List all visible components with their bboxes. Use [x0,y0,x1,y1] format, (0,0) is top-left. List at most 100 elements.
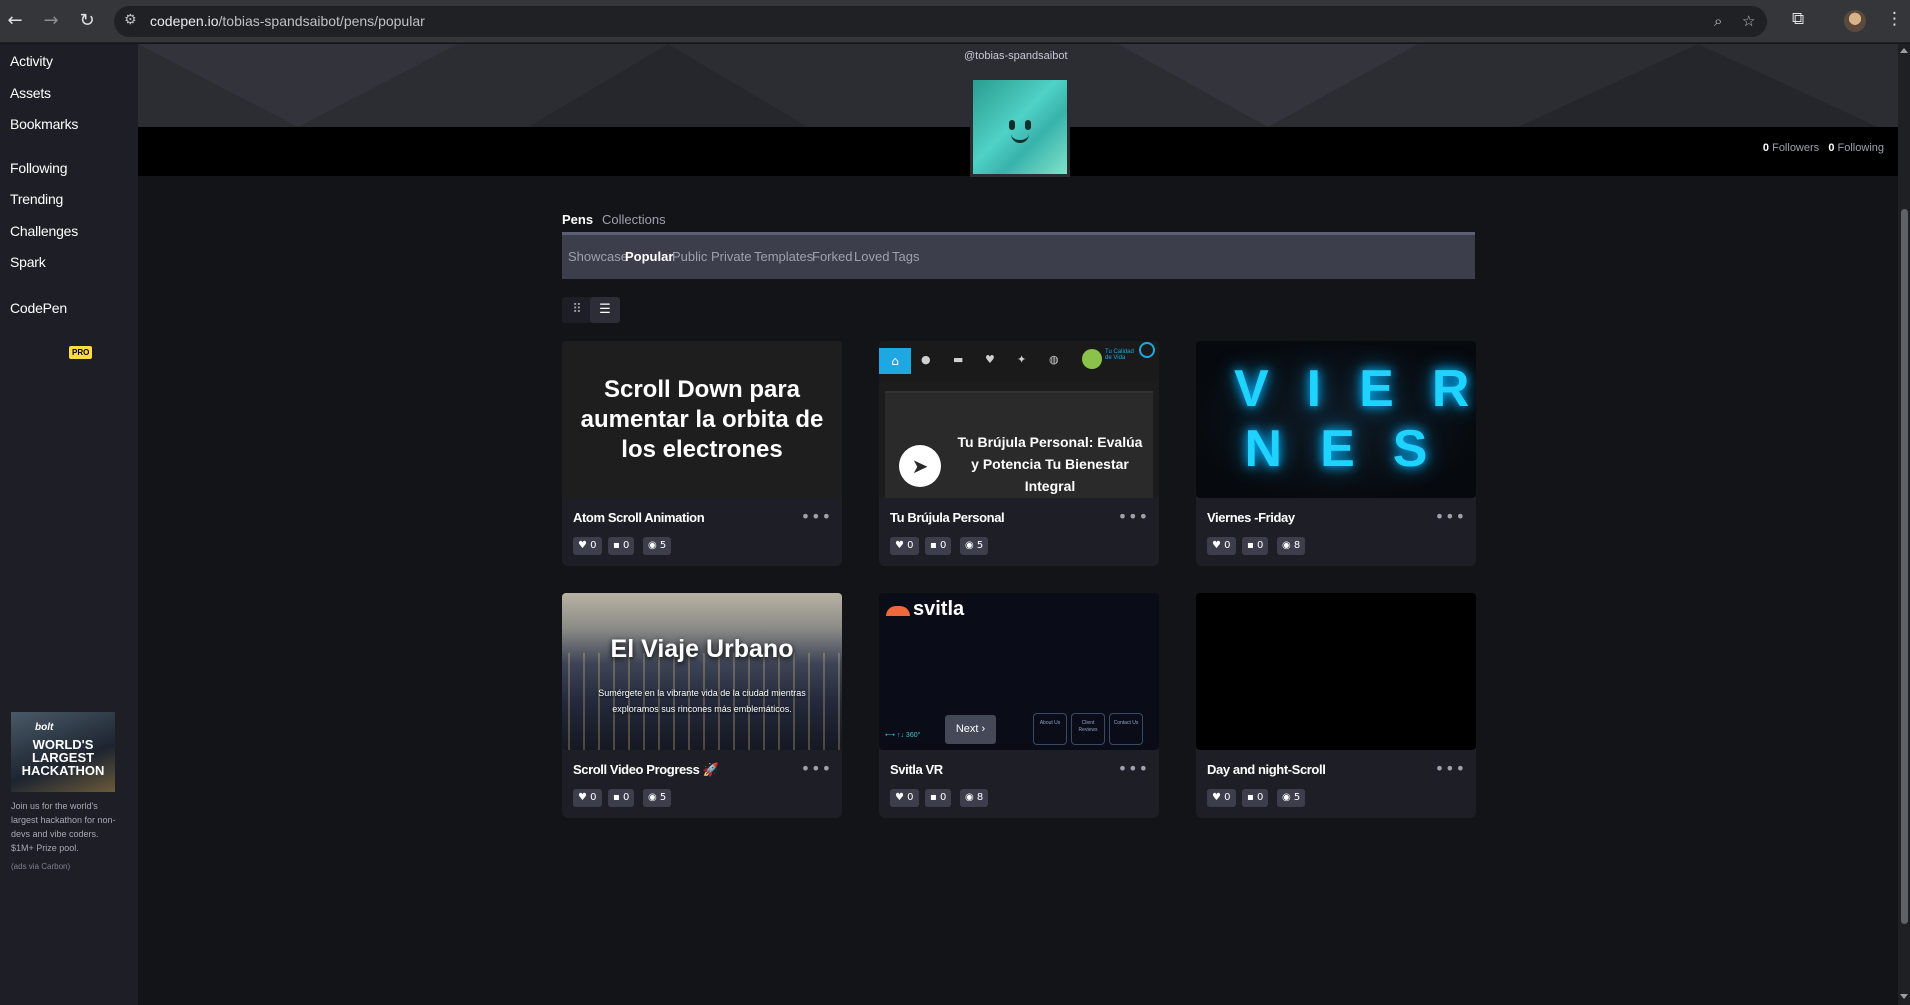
avatar-mouth [1011,134,1029,143]
scroll-down-arrow-icon[interactable] [1900,994,1908,999]
username[interactable]: @tobias-spandsaibot [964,50,1068,62]
filter-private[interactable]: Private [711,249,751,264]
view-count: ◉ 5 [643,537,672,555]
love-count[interactable]: ♥ 0 [890,789,919,807]
more-options-icon[interactable]: ••• [801,507,832,526]
scrollbar[interactable] [1898,44,1910,1005]
reload-icon[interactable]: ↻ [76,10,98,32]
comment-count[interactable]: ▪ 0 [1242,537,1269,555]
profile-avatar-frame [970,77,1070,177]
more-options-icon[interactable]: ••• [1435,507,1466,526]
list-view-icon[interactable]: ☰ [590,297,620,323]
url-text[interactable]: codepen.io/tobias-spandsaibot/pens/popul… [150,13,425,29]
comment-count[interactable]: ▪ 0 [608,789,635,807]
profile-avatar-image[interactable] [973,80,1067,174]
heart-icon: ♥ [985,353,995,366]
pen-title[interactable]: Day and night-Scroll [1207,762,1326,777]
pen-thumbnail[interactable]: El Viaje Urbano Sumérgete en la vibrante… [562,593,842,750]
love-count[interactable]: ♥ 0 [573,789,602,807]
profile-avatar[interactable] [1844,10,1866,32]
pen-thumbnail[interactable]: svitla ⟷ ↑↓ 360° About Us Client Reviews… [879,593,1159,750]
pen-thumbnail[interactable]: Scroll Down para aumentar la orbita de l… [562,341,842,498]
love-count[interactable]: ♥ 0 [1207,537,1236,555]
ad-image[interactable]: bolt WORLD'S LARGEST HACKATHON [11,712,115,792]
pen-title[interactable]: Scroll Video Progress 🚀 [573,762,719,778]
follow-counts: 0 Followers 0 Following [1763,142,1884,154]
sidebar-item-assets[interactable]: Assets [10,85,51,101]
pro-badge[interactable]: PRO [69,346,93,359]
pen-title[interactable]: Atom Scroll Animation [573,510,705,525]
more-options-icon[interactable]: ••• [1118,759,1149,778]
filter-showcase[interactable]: Showcase [568,249,628,264]
comment-count[interactable]: ▪ 0 [608,537,635,555]
more-options-icon[interactable]: ••• [1435,759,1466,778]
main-content: @tobias-spandsaibot 0 Followers 0 Follow… [138,44,1898,1005]
filter-templates[interactable]: Templates [754,249,813,264]
sidebar-item-trending[interactable]: Trending [10,191,63,207]
menu-icon[interactable]: ⋮ [1886,9,1903,29]
filter-bar: Showcase Popular Public Private Template… [562,232,1475,279]
pen-card[interactable]: Scroll Down para aumentar la orbita de l… [562,341,842,566]
globe-outline-icon [1139,342,1155,358]
filter-forked[interactable]: Forked [812,249,852,264]
pen-thumbnail[interactable]: VIER NES [1196,341,1476,498]
comment-count[interactable]: ▪ 0 [1242,789,1269,807]
pen-card[interactable]: El Viaje Urbano Sumérgete en la vibrante… [562,593,842,818]
bookmark-star-icon[interactable]: ☆ [1742,12,1755,30]
scroll-up-arrow-icon[interactable] [1900,48,1908,53]
comment-count[interactable]: ▪ 0 [925,789,952,807]
sidebar-item-activity[interactable]: Activity [10,53,53,69]
browser-toolbar: ← → ↻ ⚙ codepen.io/tobias-spandsaibot/pe… [0,0,1910,43]
svitla-logo-icon [886,606,910,616]
avatar-eye [1009,120,1015,130]
site-settings-icon[interactable]: ⚙ [124,12,137,28]
view-count: ◉ 5 [643,789,672,807]
filter-tags[interactable]: Tags [892,249,919,264]
filter-public[interactable]: Public [672,249,707,264]
pen-card[interactable]: svitla ⟷ ↑↓ 360° About Us Client Reviews… [879,593,1159,818]
pen-card[interactable]: Day and night-Scroll ••• ♥ 0 ▪ 0 ◉ 5 [1196,593,1476,818]
address-bar[interactable]: ⚙ codepen.io/tobias-spandsaibot/pens/pop… [114,6,1767,37]
compass-icon: ➤ [899,445,941,487]
more-options-icon[interactable]: ••• [801,759,832,778]
pen-card[interactable]: VIER NES Viernes -Friday ••• ♥ 0 ▪ 0 ◉ 8 [1196,341,1476,566]
sidebar-item-challenges[interactable]: Challenges [10,223,78,239]
home-icon: ⌂ [879,348,911,374]
zoom-icon[interactable]: ⌕ [1714,12,1722,30]
tab-collections[interactable]: Collections [602,212,666,227]
avatar-eye [1025,120,1031,130]
scrollbar-thumb[interactable] [1901,209,1908,924]
love-count[interactable]: ♥ 0 [1207,789,1236,807]
pen-title[interactable]: Tu Brújula Personal [890,510,1005,525]
pen-title[interactable]: Svitla VR [890,762,943,777]
sidebar-item-codepen[interactable]: CodePen [10,300,67,316]
next-page-button[interactable]: Next › [945,715,996,744]
view-count: ◉ 5 [960,537,989,555]
forward-arrow-icon[interactable]: → [40,10,62,32]
ad-text[interactable]: Join us for the world's largest hackatho… [11,799,121,855]
back-arrow-icon[interactable]: ← [4,10,26,32]
pen-card[interactable]: ⌂ ● ▬ ♥ ✦ ◍ Tu Calidad de Vida ➤ Tu Brúj… [879,341,1159,566]
sidebar-item-following[interactable]: Following [10,160,68,176]
view-count: ◉ 5 [1277,789,1306,807]
sidebar-item-spark[interactable]: Spark [10,254,46,270]
following-link[interactable]: 0 Following [1828,142,1884,154]
extensions-icon[interactable]: ⧉ [1792,9,1804,29]
comment-count[interactable]: ▪ 0 [925,537,952,555]
more-options-icon[interactable]: ••• [1118,507,1149,526]
ad-brand: bolt [35,722,54,733]
grid-view-icon[interactable]: ⠿ [562,297,592,323]
sidebar-item-bookmarks[interactable]: Bookmarks [10,116,78,132]
filter-popular[interactable]: Popular [625,249,673,264]
pen-title[interactable]: Viernes -Friday [1207,510,1295,525]
followers-link[interactable]: 0 Followers [1763,142,1819,154]
ad-via-link[interactable]: (ads via Carbon) [11,862,70,871]
pen-thumbnail[interactable] [1196,593,1476,750]
tab-pens[interactable]: Pens [562,212,593,227]
love-count[interactable]: ♥ 0 [573,537,602,555]
love-count[interactable]: ♥ 0 [890,537,919,555]
pen-thumbnail[interactable]: ⌂ ● ▬ ♥ ✦ ◍ Tu Calidad de Vida ➤ Tu Brúj… [879,341,1159,498]
filter-loved[interactable]: Loved [854,249,889,264]
dumbbell-icon: ▬ [953,353,964,366]
ad-headline: WORLD'S LARGEST HACKATHON [21,737,105,778]
